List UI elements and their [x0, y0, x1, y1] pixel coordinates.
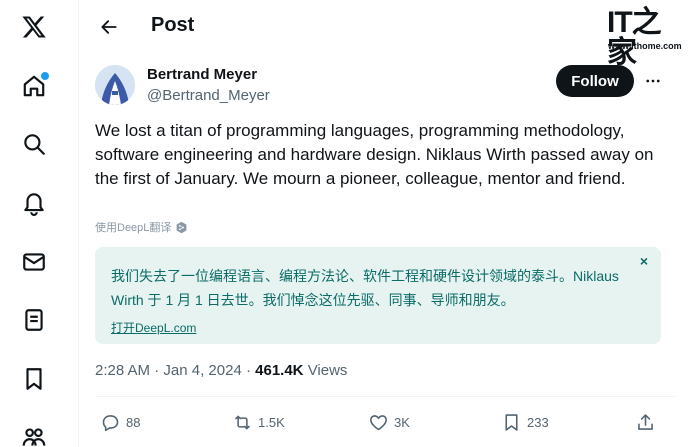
bookmark-icon — [505, 413, 518, 431]
reply-button[interactable]: 88 — [100, 410, 140, 434]
notification-dot — [41, 72, 49, 80]
search-icon — [24, 134, 45, 155]
envelope-icon — [23, 253, 45, 271]
back-button[interactable] — [92, 10, 126, 44]
sidebar-item-lists[interactable] — [15, 301, 53, 339]
post-detail: Post IT之家 www.ithome.com Bertrand Meyer … — [80, 0, 690, 447]
sidebar — [0, 0, 79, 447]
heart-icon — [370, 414, 387, 430]
page-header: Post — [80, 0, 690, 53]
views-label: Views — [307, 362, 348, 379]
sidebar-item-explore[interactable] — [15, 125, 53, 163]
page-title: Post — [151, 14, 195, 36]
bookmark-count: 233 — [527, 414, 549, 430]
repost-count: 1.5K — [258, 414, 285, 430]
list-icon — [25, 309, 43, 331]
reply-icon — [102, 414, 119, 431]
sidebar-item-notifications[interactable] — [15, 184, 53, 222]
meta-separator: · — [154, 362, 160, 379]
sidebar-item-home[interactable] — [15, 67, 53, 105]
post-date[interactable]: Jan 4, 2024 — [163, 362, 241, 379]
bookmark-icon — [26, 368, 42, 390]
like-button[interactable]: 3K — [368, 410, 410, 434]
translate-line[interactable]: 使用DeepL翻译 — [95, 219, 188, 235]
avatar[interactable] — [95, 65, 135, 105]
watermark-url: www.ithome.com — [608, 41, 682, 51]
people-icon — [22, 428, 46, 446]
sidebar-item-communities[interactable] — [15, 418, 53, 447]
views-count: 461.4K — [255, 362, 304, 379]
bell-icon — [24, 193, 44, 216]
share-icon — [638, 413, 653, 430]
bookmark-button[interactable]: 233 — [501, 410, 549, 434]
follow-button[interactable]: Follow — [556, 65, 634, 97]
x-logo-icon[interactable] — [15, 8, 53, 46]
arrow-left-icon — [101, 20, 117, 34]
deepl-icon — [177, 221, 187, 233]
share-button[interactable] — [635, 410, 656, 434]
repost-button[interactable]: 1.5K — [232, 410, 285, 434]
meta-separator: · — [245, 362, 251, 379]
translation-text: 我们失去了一位编程语言、编程方法论、软件工程和硬件设计领域的泰斗。Niklaus… — [111, 268, 619, 308]
author-handle[interactable]: @Bertrand_Meyer — [147, 87, 270, 104]
divider — [95, 396, 675, 397]
sidebar-item-bookmarks[interactable] — [15, 360, 53, 398]
open-deepl-link[interactable]: 打开DeepL.com — [111, 319, 196, 336]
post-meta: 2:28 AM · Jan 4, 2024 · 461.4K Views — [95, 362, 347, 379]
watermark-logo: IT之家 — [607, 6, 662, 69]
more-icon — [646, 79, 660, 83]
author-name[interactable]: Bertrand Meyer — [147, 66, 257, 83]
more-options-button[interactable] — [640, 68, 666, 94]
reply-count: 88 — [126, 414, 141, 430]
translate-label: 使用DeepL翻译 — [95, 222, 172, 234]
like-count: 3K — [394, 414, 410, 430]
sidebar-item-messages[interactable] — [15, 243, 53, 281]
ithome-watermark: IT之家 www.ithome.com — [607, 8, 683, 68]
post-time[interactable]: 2:28 AM — [95, 362, 150, 379]
translation-box: × 我们失去了一位编程语言、编程方法论、软件工程和硬件设计领域的泰斗。Nikla… — [95, 247, 661, 344]
post-text: We lost a titan of programming languages… — [95, 121, 654, 188]
repost-icon — [235, 415, 250, 429]
